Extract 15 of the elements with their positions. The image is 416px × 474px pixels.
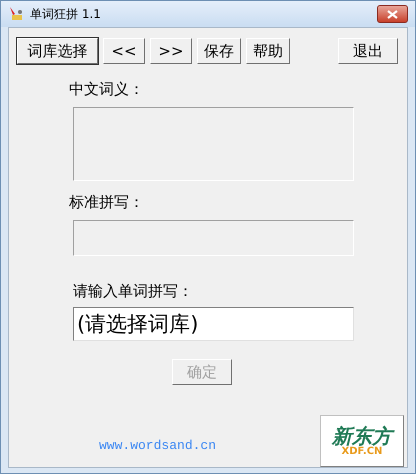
window-title: 单词狂拼 1.1 [30,6,102,22]
app-icon [8,6,24,22]
field-label: 请输入单词拼写： [73,282,194,301]
logo: 新东方 XDF.CN [320,415,404,467]
field-label: 中文词义： [69,80,145,99]
close-icon [387,10,398,18]
field-label: 标准拼写： [69,193,145,212]
toolbar-button[interactable]: << [103,38,145,64]
toolbar-button[interactable]: 词库选择 [17,38,98,64]
toolbar-button[interactable]: 保存 [197,38,241,64]
toolbar-button[interactable]: 帮助 [246,38,290,64]
toolbar-button[interactable]: >> [150,38,192,64]
exit-button[interactable]: 退出 [338,38,398,64]
input-field[interactable]: (请选择词库) [73,307,354,341]
close-button[interactable] [377,5,408,23]
